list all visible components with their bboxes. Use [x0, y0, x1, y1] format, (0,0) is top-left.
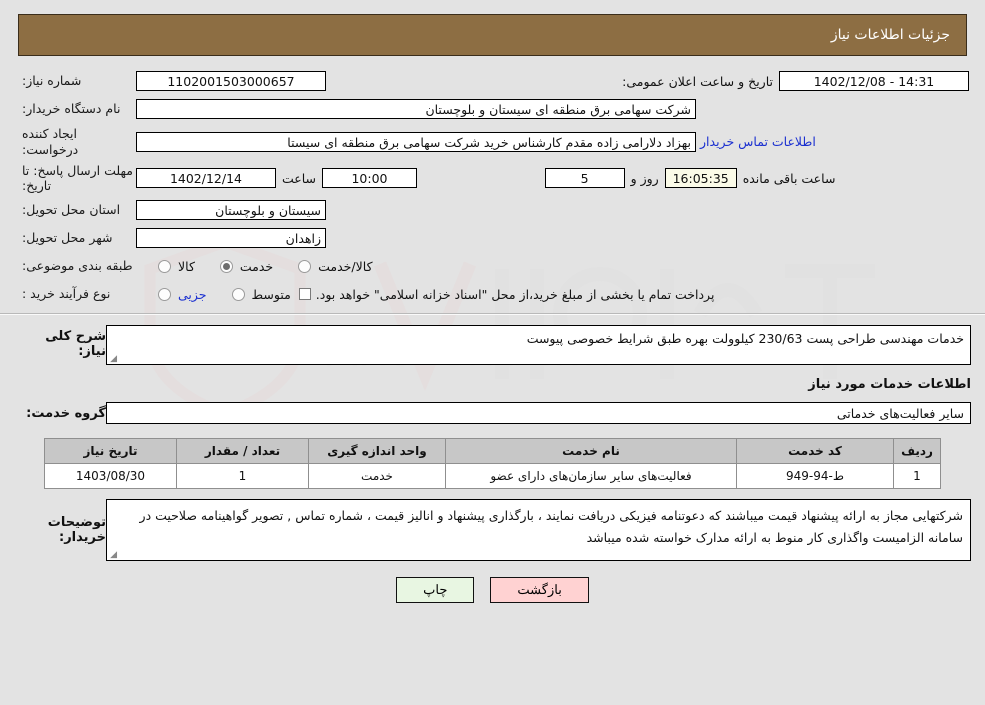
need-number-label: شماره نیاز:	[21, 73, 82, 89]
back-button[interactable]: بازگشت	[490, 577, 589, 603]
buyer-notes-textarea[interactable]: شرکتهایی مجاز به ارائه پیشنهاد قیمت میبا…	[106, 499, 971, 562]
buyer-contact-link[interactable]: اطلاعات تماس خریدار	[696, 134, 820, 149]
remaining-clock-label: ساعت باقی مانده	[742, 170, 836, 186]
need-info-form: تاریخ و ساعت اعلان عمومی: 14:31 - 1402/1…	[10, 70, 975, 305]
services-table: ردیف کد خدمت نام خدمت واحد اندازه گیری ت…	[44, 438, 941, 490]
print-button[interactable]: چاپ	[396, 577, 475, 603]
resize-grip-icon[interactable]: ◢	[109, 355, 117, 364]
footer-buttons: بازگشت چاپ	[0, 577, 985, 603]
services-section-title: اطلاعات خدمات مورد نیاز	[808, 377, 971, 393]
row-service-group: سایر فعالیت‌های خدماتی گروه خدمت:	[14, 402, 971, 425]
announce-label: تاریخ و ساعت اعلان عمومی:	[622, 73, 773, 89]
radio-icon-goods-services[interactable]	[298, 259, 312, 273]
page-header: جزئیات اطلاعات نیاز	[18, 14, 967, 56]
deadline-hour-label: ساعت	[281, 170, 316, 186]
row-category: کالا/خدمت خدمت کالا طبقه بندی موضوعی:	[16, 255, 969, 277]
row-province: استان محل تحویل: سیستان و بلوچستان	[16, 199, 969, 221]
row-requester: ایجاد کننده درخواست: بهزاد دلارامی زاده …	[16, 126, 969, 157]
deadline-label: مهلت ارسال پاسخ: تا تاریخ:	[21, 163, 133, 194]
process-option-medium[interactable]: متوسط	[228, 287, 294, 302]
remaining-clock-value: 16:05:35	[664, 168, 737, 189]
resize-grip-icon[interactable]: ◢	[109, 551, 117, 560]
requester-value: بهزاد دلارامی زاده مقدم کارشناس خرید شرک…	[136, 131, 696, 152]
cell-unit: خدمت	[308, 463, 446, 490]
announce-value: 14:31 - 1402/12/08	[779, 71, 969, 91]
section-divider	[0, 313, 985, 316]
radio-icon-goods[interactable]	[158, 259, 171, 273]
description-section: خدمات مهندسی طراحی پست 230/63 کیلوولت به…	[14, 325, 971, 366]
remaining-days-value: 5	[544, 168, 625, 189]
description-value: خدمات مهندسی طراحی پست 230/63 کیلوولت به…	[526, 331, 964, 347]
category-option-goods-services[interactable]: کالا/خدمت	[294, 259, 375, 274]
page-title: جزئیات اطلاعات نیاز	[830, 27, 950, 43]
category-label: طبقه بندی موضوعی:	[22, 258, 133, 274]
process-label: نوع فرآیند خرید :	[22, 286, 111, 302]
col-name: نام خدمت	[445, 438, 737, 465]
buyer-notes-label: توضیحات خریدار:	[47, 515, 106, 546]
col-code: کد خدمت	[736, 438, 894, 465]
process-option-minor[interactable]: جزیی	[154, 287, 210, 302]
remaining-days-label: روز و	[630, 170, 659, 186]
deadline-date-value: 1402/12/14	[135, 168, 276, 189]
cell-code: ط-94-949	[736, 463, 894, 490]
category-option-goods-services-label: کالا/خدمت	[318, 258, 373, 274]
page-root: جزئیات اطلاعات نیاز تاریخ و ساعت اعلان ع…	[0, 14, 985, 603]
cell-name: فعالیت‌های سایر سازمان‌های دارای عضو	[445, 463, 737, 490]
treasury-checkbox[interactable]	[298, 288, 311, 301]
radio-icon-minor[interactable]	[158, 287, 171, 301]
description-label: شرح کلی نیاز:	[45, 329, 106, 360]
row-process-type: پرداخت تمام یا بخشی از مبلغ خرید،از محل …	[16, 283, 969, 305]
col-index: ردیف	[893, 438, 941, 465]
service-group-value: سایر فعالیت‌های خدماتی	[106, 402, 971, 425]
category-option-goods-label: کالا	[178, 258, 195, 274]
col-quantity: تعداد / مقدار	[176, 438, 309, 465]
need-number-value: 1102001503000657	[135, 71, 326, 91]
category-option-service[interactable]: خدمت	[216, 259, 276, 274]
radio-icon-service[interactable]	[219, 259, 233, 273]
city-value: زاهدان	[136, 228, 326, 249]
row-city: شهر محل تحویل: زاهدان	[16, 227, 969, 249]
cell-need-date: 1403/08/30	[44, 463, 177, 490]
row-need-number: تاریخ و ساعت اعلان عمومی: 14:31 - 1402/1…	[16, 70, 969, 92]
city-label: شهر محل تحویل:	[22, 230, 113, 246]
table-row: 1 ط-94-949 فعالیت‌های سایر سازمان‌های دا…	[44, 463, 941, 490]
buyer-org-label: نام دستگاه خریدار:	[22, 101, 121, 117]
province-value: سیستان و بلوچستان	[136, 200, 326, 221]
province-label: استان محل تحویل:	[22, 202, 121, 218]
requester-label: ایجاد کننده درخواست:	[22, 126, 79, 157]
cell-quantity: 1	[176, 463, 309, 490]
buyer-notes-value: شرکتهایی مجاز به ارائه پیشنهاد قیمت میبا…	[139, 508, 963, 545]
col-unit: واحد اندازه گیری	[308, 438, 446, 465]
col-need-date: تاریخ نیاز	[44, 438, 177, 465]
service-group-label: گروه خدمت:	[26, 405, 106, 421]
table-header-row: ردیف کد خدمت نام خدمت واحد اندازه گیری ت…	[44, 438, 941, 465]
row-buyer-org: نام دستگاه خریدار: شرکت سهامی برق منطقه …	[16, 98, 969, 120]
description-textarea[interactable]: خدمات مهندسی طراحی پست 230/63 کیلوولت به…	[106, 325, 971, 366]
category-option-service-label: خدمت	[239, 258, 274, 274]
process-option-medium-label: متوسط	[251, 286, 291, 302]
cell-index: 1	[893, 463, 941, 490]
category-option-goods[interactable]: کالا	[154, 259, 198, 274]
row-deadline: ساعت باقی مانده 16:05:35 روز و 5 10:00 س…	[16, 163, 969, 193]
process-option-minor-label: جزیی	[178, 286, 207, 302]
buyer-org-value: شرکت سهامی برق منطقه ای سیستان و بلوچستا…	[136, 99, 696, 119]
radio-icon-medium[interactable]	[231, 287, 245, 301]
buyer-notes-section: شرکتهایی مجاز به ارائه پیشنهاد قیمت میبا…	[14, 499, 971, 562]
deadline-time-value: 10:00	[322, 168, 417, 189]
treasury-note: پرداخت تمام یا بخشی از مبلغ خرید،از محل …	[315, 286, 715, 302]
